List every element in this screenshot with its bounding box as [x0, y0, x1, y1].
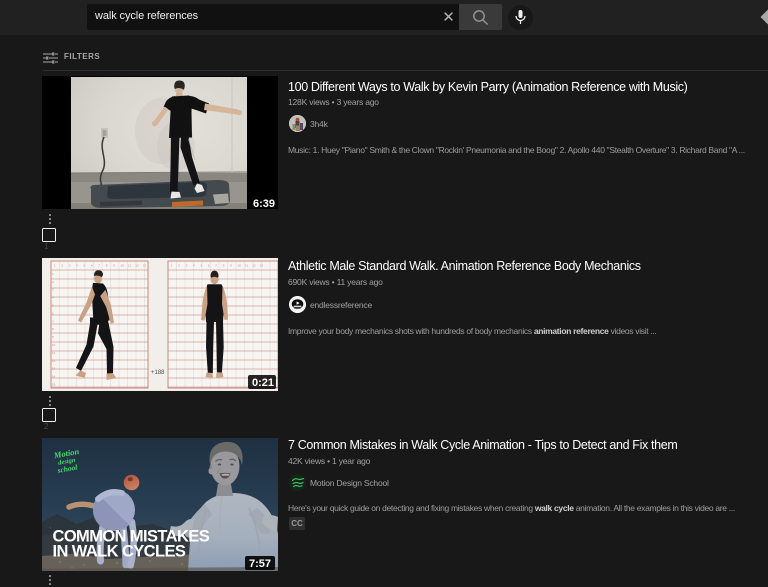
svg-text:14: 14 — [52, 375, 56, 379]
svg-text:0:21: 0:21 — [252, 377, 274, 389]
svg-text:12: 12 — [52, 359, 56, 363]
svg-text:7:57: 7:57 — [249, 558, 271, 570]
svg-text:+188: +188 — [151, 370, 165, 376]
svg-text:13: 13 — [52, 367, 56, 371]
svg-text:6:39: 6:39 — [253, 198, 275, 209]
svg-text:15: 15 — [52, 383, 56, 387]
svg-text:11: 11 — [52, 351, 55, 355]
svg-text:10: 10 — [52, 343, 56, 347]
svg-text:IN WALK CYCLES: IN WALK CYCLES — [53, 543, 186, 561]
